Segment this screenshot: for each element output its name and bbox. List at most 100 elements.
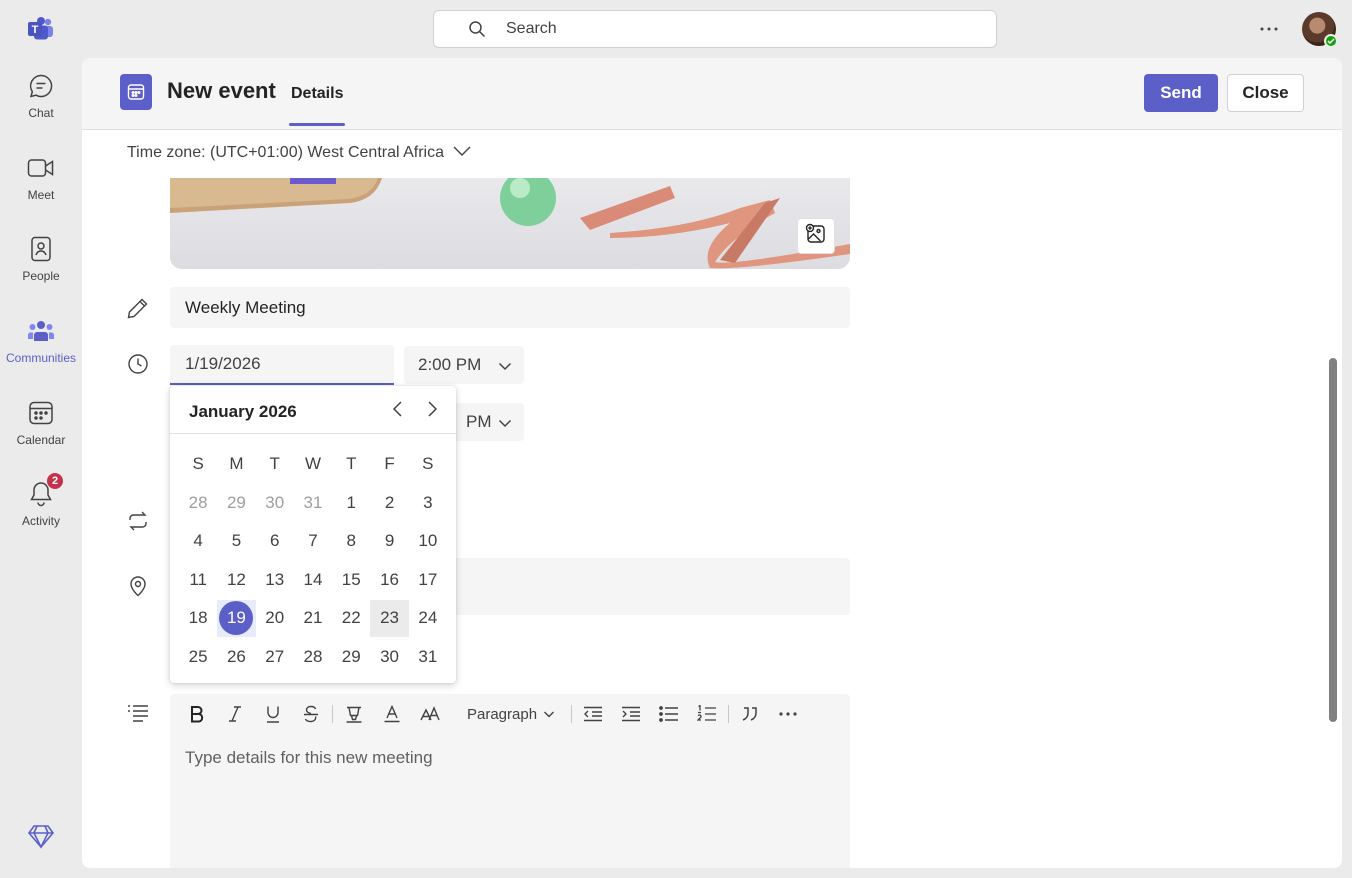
more-formatting-icon[interactable] bbox=[769, 698, 807, 730]
day-cell[interactable]: 16 bbox=[370, 561, 408, 598]
decrease-indent-icon[interactable] bbox=[574, 698, 612, 730]
font-color-icon[interactable] bbox=[373, 698, 411, 730]
bulleted-list-icon[interactable] bbox=[650, 698, 688, 730]
day-number: 25 bbox=[188, 646, 208, 666]
chevron-down-icon bbox=[498, 358, 512, 378]
day-cell[interactable]: 30 bbox=[256, 484, 294, 521]
weekday-label: S bbox=[422, 454, 434, 474]
more-options-icon[interactable] bbox=[1256, 18, 1282, 40]
date-picker-popup: January 2026 S M T W T F S 28 29 30 31 1 2 3 4 5… bbox=[170, 386, 456, 683]
day-cell[interactable]: 3 bbox=[409, 484, 447, 521]
day-cell[interactable]: 29 bbox=[217, 484, 255, 521]
chat-icon bbox=[27, 72, 55, 100]
previous-month-button[interactable] bbox=[387, 400, 409, 422]
bold-icon[interactable] bbox=[178, 698, 216, 730]
day-number: 2 bbox=[384, 492, 395, 512]
weekday-label: T bbox=[269, 454, 280, 474]
day-cell[interactable]: 29 bbox=[332, 638, 370, 675]
tab-details[interactable]: Details bbox=[289, 58, 346, 130]
day-cell[interactable]: 15 bbox=[332, 561, 370, 598]
rail-item-calendar[interactable]: Calendar bbox=[0, 385, 82, 455]
day-cell[interactable]: 7 bbox=[294, 523, 332, 560]
underline-icon[interactable] bbox=[254, 698, 292, 730]
day-cell[interactable]: 5 bbox=[217, 523, 255, 560]
rail-item-activity[interactable]: 2 Activity bbox=[0, 466, 82, 536]
rail-label: Communities bbox=[5, 351, 77, 365]
day-number: 8 bbox=[346, 531, 356, 551]
teams-logo-icon[interactable]: T bbox=[27, 16, 55, 42]
paragraph-style-label: Paragraph bbox=[467, 705, 538, 723]
day-cell[interactable]: 10 bbox=[409, 523, 447, 560]
day-cell[interactable]: 4 bbox=[179, 523, 217, 560]
timezone-selector[interactable]: Time zone: (UTC+01:00) West Central Afri… bbox=[127, 144, 472, 162]
clock-icon bbox=[127, 353, 149, 375]
location-icon bbox=[127, 575, 149, 597]
day-cell[interactable]: 27 bbox=[256, 638, 294, 675]
start-date-input[interactable]: 1/19/2026 bbox=[170, 345, 394, 385]
rail-label: Meet bbox=[27, 188, 55, 202]
timezone-label: Time zone: (UTC+01:00) West Central Afri… bbox=[127, 144, 444, 161]
quote-icon[interactable] bbox=[731, 698, 769, 730]
calendar-event-icon bbox=[120, 74, 152, 110]
avatar[interactable] bbox=[1302, 12, 1338, 48]
highlight-icon[interactable] bbox=[335, 698, 373, 730]
premium-diamond-icon[interactable] bbox=[27, 822, 55, 850]
event-title-input[interactable] bbox=[170, 287, 850, 328]
numbered-list-icon[interactable] bbox=[688, 698, 726, 730]
day-cell[interactable]: 31 bbox=[294, 484, 332, 521]
day-cell[interactable]: 13 bbox=[256, 561, 294, 598]
day-cell[interactable]: 1 bbox=[332, 484, 370, 521]
day-cell[interactable]: 23 bbox=[370, 599, 409, 637]
day-cell[interactable]: 11 bbox=[179, 561, 217, 598]
chevron-down-icon bbox=[452, 144, 472, 162]
rail-item-people[interactable]: People bbox=[0, 221, 82, 291]
day-cell[interactable]: 6 bbox=[256, 523, 294, 560]
day-cell[interactable]: 9 bbox=[370, 523, 408, 560]
next-month-button[interactable] bbox=[421, 400, 443, 422]
day-number: 18 bbox=[188, 608, 208, 628]
start-time-select[interactable]: 2:00 PM bbox=[404, 346, 524, 384]
rail-label: Calendar bbox=[16, 433, 66, 447]
close-button[interactable]: Close bbox=[1227, 74, 1304, 112]
change-banner-button[interactable] bbox=[797, 218, 835, 254]
strikethrough-icon[interactable] bbox=[292, 698, 330, 730]
event-banner-image bbox=[170, 178, 850, 269]
toolbar-divider bbox=[728, 705, 730, 723]
day-cell[interactable]: 22 bbox=[332, 600, 370, 637]
day-cell[interactable]: 30 bbox=[370, 638, 408, 675]
day-cell[interactable]: 26 bbox=[217, 638, 255, 675]
day-cell[interactable]: 19 bbox=[217, 599, 256, 637]
day-cell[interactable]: 14 bbox=[294, 561, 332, 598]
rail-item-chat[interactable]: Chat bbox=[0, 58, 82, 128]
day-number: 12 bbox=[226, 569, 246, 589]
day-cell[interactable]: 28 bbox=[294, 638, 332, 675]
scrollbar-thumb[interactable] bbox=[1329, 358, 1337, 722]
day-cell[interactable]: 18 bbox=[179, 600, 217, 637]
search-box[interactable] bbox=[433, 10, 997, 48]
day-cell[interactable]: 8 bbox=[332, 523, 370, 560]
toolbar-divider bbox=[332, 705, 333, 723]
day-cell[interactable]: 17 bbox=[409, 561, 447, 598]
rail-item-meet[interactable]: Meet bbox=[0, 140, 82, 210]
day-cell[interactable]: 25 bbox=[179, 638, 217, 675]
day-cell[interactable]: 20 bbox=[256, 600, 294, 637]
day-number: 28 bbox=[188, 492, 208, 512]
paragraph-style-dropdown[interactable]: Paragraph bbox=[449, 698, 569, 730]
day-cell[interactable]: 21 bbox=[294, 600, 332, 637]
day-number: 13 bbox=[265, 569, 285, 589]
search-input[interactable] bbox=[506, 20, 906, 38]
details-editor[interactable]: Paragraph Type details for this new meet… bbox=[170, 694, 850, 868]
video-camera-icon bbox=[27, 154, 55, 182]
day-number: 14 bbox=[303, 569, 323, 589]
font-size-icon[interactable] bbox=[411, 698, 449, 730]
day-cell[interactable]: 31 bbox=[409, 638, 447, 675]
day-number: 3 bbox=[423, 492, 433, 512]
send-button[interactable]: Send bbox=[1144, 74, 1218, 112]
increase-indent-icon[interactable] bbox=[612, 698, 650, 730]
day-cell[interactable]: 12 bbox=[217, 561, 255, 598]
day-cell[interactable]: 2 bbox=[370, 484, 408, 521]
italic-icon[interactable] bbox=[216, 698, 254, 730]
day-cell[interactable]: 24 bbox=[409, 600, 447, 637]
rail-item-communities[interactable]: Communities bbox=[0, 303, 82, 373]
day-cell[interactable]: 28 bbox=[179, 484, 217, 521]
